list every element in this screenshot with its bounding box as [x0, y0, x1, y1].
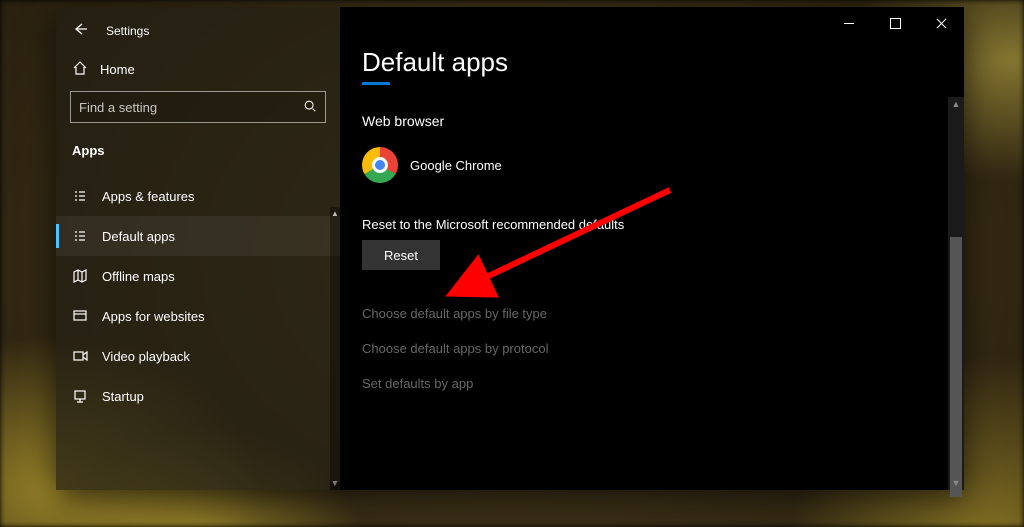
close-button[interactable]	[918, 7, 964, 39]
sidebar-header: Settings	[56, 7, 340, 50]
settings-window: Settings Home Apps	[56, 7, 964, 490]
content-scrollbar-thumb[interactable]	[950, 237, 962, 497]
sidebar-item-apps-for-websites[interactable]: Apps for websites	[56, 296, 340, 336]
web-browser-heading: Web browser	[362, 113, 932, 129]
link-choose-by-protocol[interactable]: Choose default apps by protocol	[362, 331, 932, 366]
settings-sidebar: Settings Home Apps	[56, 7, 340, 490]
page-title-underline	[362, 82, 390, 85]
home-icon	[72, 60, 88, 79]
sidebar-item-startup[interactable]: Startup	[56, 376, 340, 416]
search-box[interactable]	[70, 91, 326, 123]
search-icon	[303, 99, 317, 116]
website-icon	[72, 308, 88, 324]
link-choose-by-file-type[interactable]: Choose default apps by file type	[362, 296, 932, 331]
scroll-down-icon[interactable]: ▼	[948, 478, 964, 488]
list-icon	[72, 188, 88, 204]
sidebar-home-label: Home	[100, 62, 135, 77]
startup-icon	[72, 388, 88, 404]
sidebar-item-video-playback[interactable]: Video playback	[56, 336, 340, 376]
search-input[interactable]	[79, 100, 303, 115]
video-icon	[72, 348, 88, 364]
sidebar-item-default-apps[interactable]: Default apps	[56, 216, 340, 256]
titlebar-buttons	[826, 7, 964, 39]
web-browser-app-entry[interactable]: Google Chrome	[362, 143, 932, 207]
web-browser-app-name: Google Chrome	[410, 158, 502, 173]
content-scrollbar[interactable]: ▲ ▼	[948, 97, 964, 490]
sidebar-scrollbar[interactable]: ▲ ▼	[330, 207, 340, 490]
sidebar-item-label: Apps & features	[102, 189, 195, 204]
sidebar-scrollbar-thumb[interactable]	[330, 482, 340, 490]
reset-button[interactable]: Reset	[362, 240, 440, 270]
map-icon	[72, 268, 88, 284]
scroll-up-icon[interactable]: ▲	[330, 209, 340, 218]
chrome-icon	[362, 147, 398, 183]
link-set-defaults-by-app[interactable]: Set defaults by app	[362, 366, 932, 401]
sidebar-item-label: Offline maps	[102, 269, 175, 284]
sidebar-nav: Apps & features Default apps Offline map…	[56, 176, 340, 416]
sidebar-item-apps-features[interactable]: Apps & features	[56, 176, 340, 216]
sidebar-item-label: Startup	[102, 389, 144, 404]
sidebar-item-label: Default apps	[102, 229, 175, 244]
sidebar-section-apps: Apps	[56, 143, 340, 170]
sidebar-home[interactable]: Home	[56, 50, 340, 91]
maximize-button[interactable]	[872, 7, 918, 39]
reset-heading: Reset to the Microsoft recommended defau…	[362, 217, 932, 232]
window-title: Settings	[106, 24, 149, 38]
settings-content: Default apps Web browser Google Chrome R…	[340, 7, 964, 490]
sidebar-item-offline-maps[interactable]: Offline maps	[56, 256, 340, 296]
scroll-up-icon[interactable]: ▲	[948, 99, 964, 109]
sidebar-item-label: Video playback	[102, 349, 190, 364]
back-icon[interactable]	[72, 21, 88, 40]
defaults-icon	[72, 228, 88, 244]
minimize-button[interactable]	[826, 7, 872, 39]
sidebar-item-label: Apps for websites	[102, 309, 205, 324]
